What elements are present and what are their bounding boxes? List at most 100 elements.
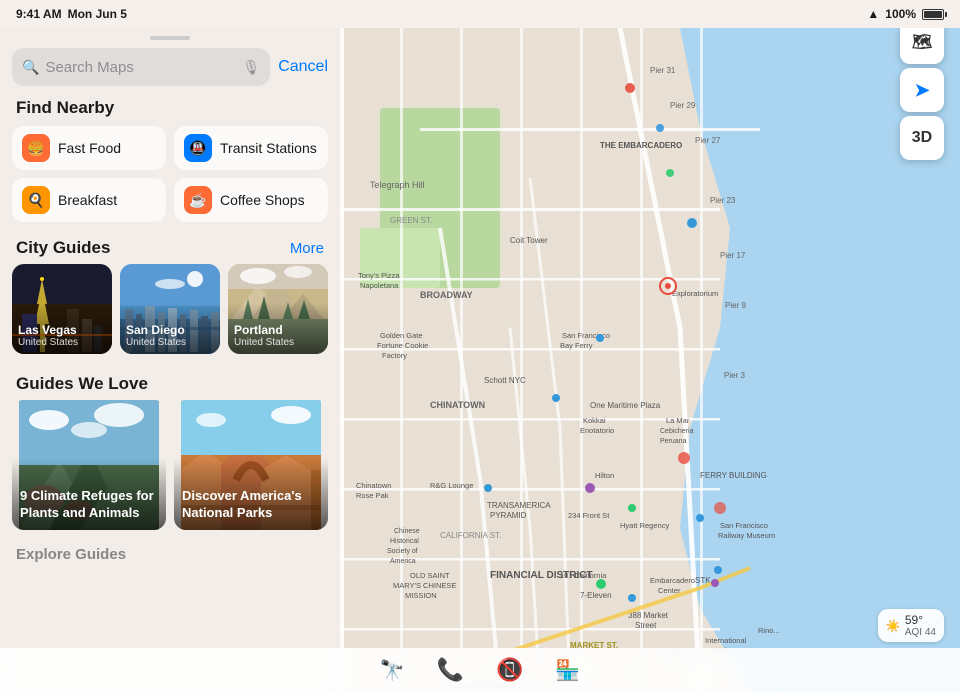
guides-we-love-label: Guides We Love bbox=[16, 374, 148, 394]
svg-text:Hyatt Regency: Hyatt Regency bbox=[620, 521, 669, 530]
svg-text:R&G Lounge: R&G Lounge bbox=[430, 481, 473, 490]
svg-text:Street: Street bbox=[635, 621, 657, 630]
search-icon: 🔍 bbox=[22, 59, 39, 76]
more-link[interactable]: More bbox=[290, 240, 324, 257]
svg-text:Tony's Pizza: Tony's Pizza bbox=[358, 271, 400, 280]
svg-text:La Mar: La Mar bbox=[666, 416, 690, 425]
san-diego-country: United States bbox=[126, 337, 214, 348]
svg-text:San Francisco: San Francisco bbox=[720, 521, 768, 530]
aqi: AQI 44 bbox=[905, 627, 936, 638]
nearby-breakfast[interactable]: 🍳 Breakfast bbox=[12, 178, 166, 222]
transit-label: Transit Stations bbox=[220, 140, 317, 156]
svg-text:Rose Pak: Rose Pak bbox=[356, 491, 389, 500]
san-diego-name: San Diego bbox=[126, 323, 214, 337]
phone-icon[interactable]: 📞 bbox=[437, 657, 464, 683]
store-icon[interactable]: 🏪 bbox=[555, 658, 580, 683]
svg-text:America: America bbox=[390, 558, 416, 565]
svg-text:Pier 23: Pier 23 bbox=[710, 196, 736, 205]
city-card-san-diego[interactable]: San Diego United States bbox=[120, 264, 220, 354]
svg-text:Hilton: Hilton bbox=[595, 471, 614, 480]
svg-text:234 Front St: 234 Front St bbox=[568, 511, 610, 520]
search-bar-row: 🔍 Search Maps 🎙 Cancel bbox=[0, 44, 340, 94]
wifi-icon: ▲ bbox=[867, 7, 879, 21]
svg-text:CHINATOWN: CHINATOWN bbox=[430, 400, 485, 410]
svg-text:International: International bbox=[705, 636, 747, 645]
guide-card-climate[interactable]: 9 Climate Refuges for Plants and Animals bbox=[12, 400, 166, 530]
svg-text:Schott NYC: Schott NYC bbox=[484, 376, 526, 385]
portland-name: Portland bbox=[234, 323, 322, 337]
nearby-fast-food[interactable]: 🍔 Fast Food bbox=[12, 126, 166, 170]
svg-text:BROADWAY: BROADWAY bbox=[420, 290, 473, 300]
cancel-button[interactable]: Cancel bbox=[278, 58, 328, 76]
svg-text:TRANSAMERICA: TRANSAMERICA bbox=[487, 501, 551, 510]
transit-icon: 🚇 bbox=[184, 134, 212, 162]
coffee-icon: ☕ bbox=[184, 186, 212, 214]
svg-text:MISSION: MISSION bbox=[405, 591, 437, 600]
status-left: 9:41 AM Mon Jun 5 bbox=[16, 7, 127, 21]
drag-handle[interactable] bbox=[150, 36, 190, 40]
svg-text:Exploratorium: Exploratorium bbox=[672, 289, 718, 298]
svg-text:Pier 3: Pier 3 bbox=[724, 371, 745, 380]
svg-text:Fortune Cookie: Fortune Cookie bbox=[377, 341, 428, 350]
date: Mon Jun 5 bbox=[68, 7, 127, 21]
search-bar[interactable]: 🔍 Search Maps 🎙 bbox=[12, 48, 270, 86]
svg-text:GREEN ST.: GREEN ST. bbox=[390, 216, 432, 225]
city-guides-header: City Guides More bbox=[0, 230, 340, 264]
svg-text:Society of: Society of bbox=[387, 548, 418, 555]
microphone-icon[interactable]: 🎙 bbox=[242, 59, 260, 76]
battery-label: 100% bbox=[885, 7, 916, 21]
svg-text:Napoletana: Napoletana bbox=[360, 281, 399, 290]
svg-text:Railway Museum: Railway Museum bbox=[718, 531, 775, 540]
location-button[interactable]: ➤ bbox=[900, 68, 944, 112]
explore-guides-label: Explore Guides bbox=[0, 542, 340, 567]
svg-text:Embarcadero: Embarcadero bbox=[650, 576, 695, 585]
binoculars-icon[interactable]: 🔭 bbox=[380, 658, 405, 683]
svg-text:Kokkai: Kokkai bbox=[583, 416, 606, 425]
svg-text:OLD SAINT: OLD SAINT bbox=[410, 571, 450, 580]
city-card-portland[interactable]: Portland United States bbox=[228, 264, 328, 354]
svg-text:CALIFORNIA ST.: CALIFORNIA ST. bbox=[440, 531, 501, 540]
national-parks-guide-title: Discover America's National Parks bbox=[182, 488, 320, 522]
time: 9:41 AM bbox=[16, 7, 62, 21]
nearby-grid: 🍔 Fast Food 🚇 Transit Stations 🍳 Breakfa… bbox=[0, 126, 340, 230]
svg-text:Rino...: Rino... bbox=[758, 626, 780, 635]
guide-card-national-parks[interactable]: Discover America's National Parks bbox=[174, 400, 328, 530]
svg-text:Pier 31: Pier 31 bbox=[650, 66, 676, 75]
city-guides-row: Las Vegas United States bbox=[0, 264, 340, 366]
svg-text:101 California: 101 California bbox=[560, 571, 607, 580]
svg-text:Cebicheria: Cebicheria bbox=[660, 428, 694, 435]
svg-text:Historical: Historical bbox=[390, 538, 419, 545]
3d-button[interactable]: 3D bbox=[900, 116, 944, 160]
svg-text:THE EMBARCADERO: THE EMBARCADERO bbox=[600, 141, 682, 150]
svg-text:Enotatorio: Enotatorio bbox=[580, 426, 614, 435]
search-placeholder: Search Maps bbox=[45, 59, 236, 76]
svg-text:FERRY BUILDING: FERRY BUILDING bbox=[700, 471, 767, 480]
coffee-label: Coffee Shops bbox=[220, 192, 305, 208]
svg-text:Chinatown: Chinatown bbox=[356, 481, 391, 490]
nearby-transit[interactable]: 🚇 Transit Stations bbox=[174, 126, 328, 170]
city-card-las-vegas[interactable]: Las Vegas United States bbox=[12, 264, 112, 354]
svg-text:Golden Gate: Golden Gate bbox=[380, 331, 423, 340]
find-nearby-label: Find Nearby bbox=[0, 94, 340, 126]
status-bar: 9:41 AM Mon Jun 5 ▲ 100% bbox=[0, 0, 960, 28]
guides-row: 9 Climate Refuges for Plants and Animals bbox=[0, 400, 340, 542]
status-right: ▲ 100% bbox=[867, 7, 944, 21]
svg-text:PYRAMID: PYRAMID bbox=[490, 511, 527, 520]
las-vegas-country: United States bbox=[18, 337, 106, 348]
svg-text:Coit Tower: Coit Tower bbox=[510, 236, 548, 245]
battery-icon bbox=[922, 9, 944, 20]
nearby-coffee[interactable]: ☕ Coffee Shops bbox=[174, 178, 328, 222]
breakfast-icon: 🍳 bbox=[22, 186, 50, 214]
bottom-bar: 🔭 📞 📵 🏪 bbox=[0, 648, 960, 692]
svg-text:Pier 29: Pier 29 bbox=[670, 101, 696, 110]
svg-text:Pier 27: Pier 27 bbox=[695, 136, 721, 145]
phone-red-icon[interactable]: 📵 bbox=[496, 657, 523, 683]
las-vegas-name: Las Vegas bbox=[18, 323, 106, 337]
svg-text:Pier 9: Pier 9 bbox=[725, 301, 746, 310]
svg-text:Peruana: Peruana bbox=[660, 438, 687, 445]
svg-text:7-Eleven: 7-Eleven bbox=[580, 591, 612, 600]
svg-text:Telegraph Hill: Telegraph Hill bbox=[370, 180, 425, 190]
svg-text:MARY'S CHINESE: MARY'S CHINESE bbox=[393, 581, 456, 590]
svg-text:Factory: Factory bbox=[382, 351, 407, 360]
map-controls: 🗺 ➤ 3D bbox=[900, 20, 944, 160]
